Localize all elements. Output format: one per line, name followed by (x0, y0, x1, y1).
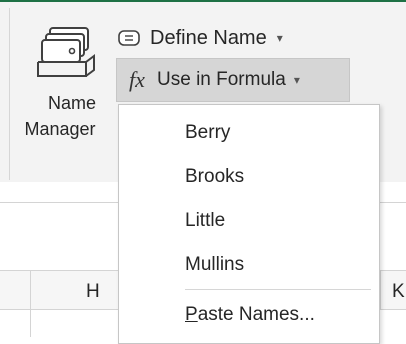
menu-item-little[interactable]: Little (119, 201, 379, 241)
chevron-down-icon: ▾ (276, 31, 283, 45)
chevron-down-icon: ▾ (293, 73, 300, 87)
ribbon-group-divider (9, 8, 10, 180)
use-in-formula-dropdown: Berry Brooks Little Mullins Paste Names.… (118, 104, 380, 344)
name-manager-icon (37, 27, 95, 77)
define-name-label: Define Name (150, 26, 267, 49)
menu-separator (185, 289, 371, 290)
paste-names-label: Paste Names... (185, 304, 315, 326)
menu-item-label: Mullins (185, 254, 245, 275)
menu-item-berry[interactable]: Berry (119, 113, 379, 153)
column-separator[interactable] (380, 271, 381, 311)
name-manager-button[interactable]: Name Manager (16, 22, 120, 162)
menu-item-mullins[interactable]: Mullins (119, 245, 379, 285)
menu-item-paste-names[interactable]: Paste Names... (119, 295, 379, 335)
menu-item-brooks[interactable]: Brooks (119, 157, 379, 197)
menu-item-label: Little (185, 210, 226, 231)
define-name-button[interactable]: Define Name ▾ (118, 20, 348, 56)
column-header-h[interactable]: H (86, 281, 100, 303)
use-in-formula-button[interactable]: fx Use in Formula ▾ (116, 58, 350, 102)
use-in-formula-label: Use in Formula (157, 69, 286, 90)
name-manager-label-line1: Name (47, 93, 96, 113)
menu-item-label: Brooks (185, 166, 245, 187)
paste-names-label-rest: aste Names... (197, 304, 315, 325)
column-separator[interactable] (30, 271, 31, 311)
name-manager-label-line2: Manager (24, 119, 96, 139)
accelerator-key: P (185, 304, 198, 325)
function-fx-icon: fx (129, 67, 145, 92)
menu-item-label: Berry (185, 122, 231, 143)
define-name-icon (118, 30, 140, 46)
row-gridline (30, 310, 31, 337)
column-header-k[interactable]: K (392, 281, 405, 303)
